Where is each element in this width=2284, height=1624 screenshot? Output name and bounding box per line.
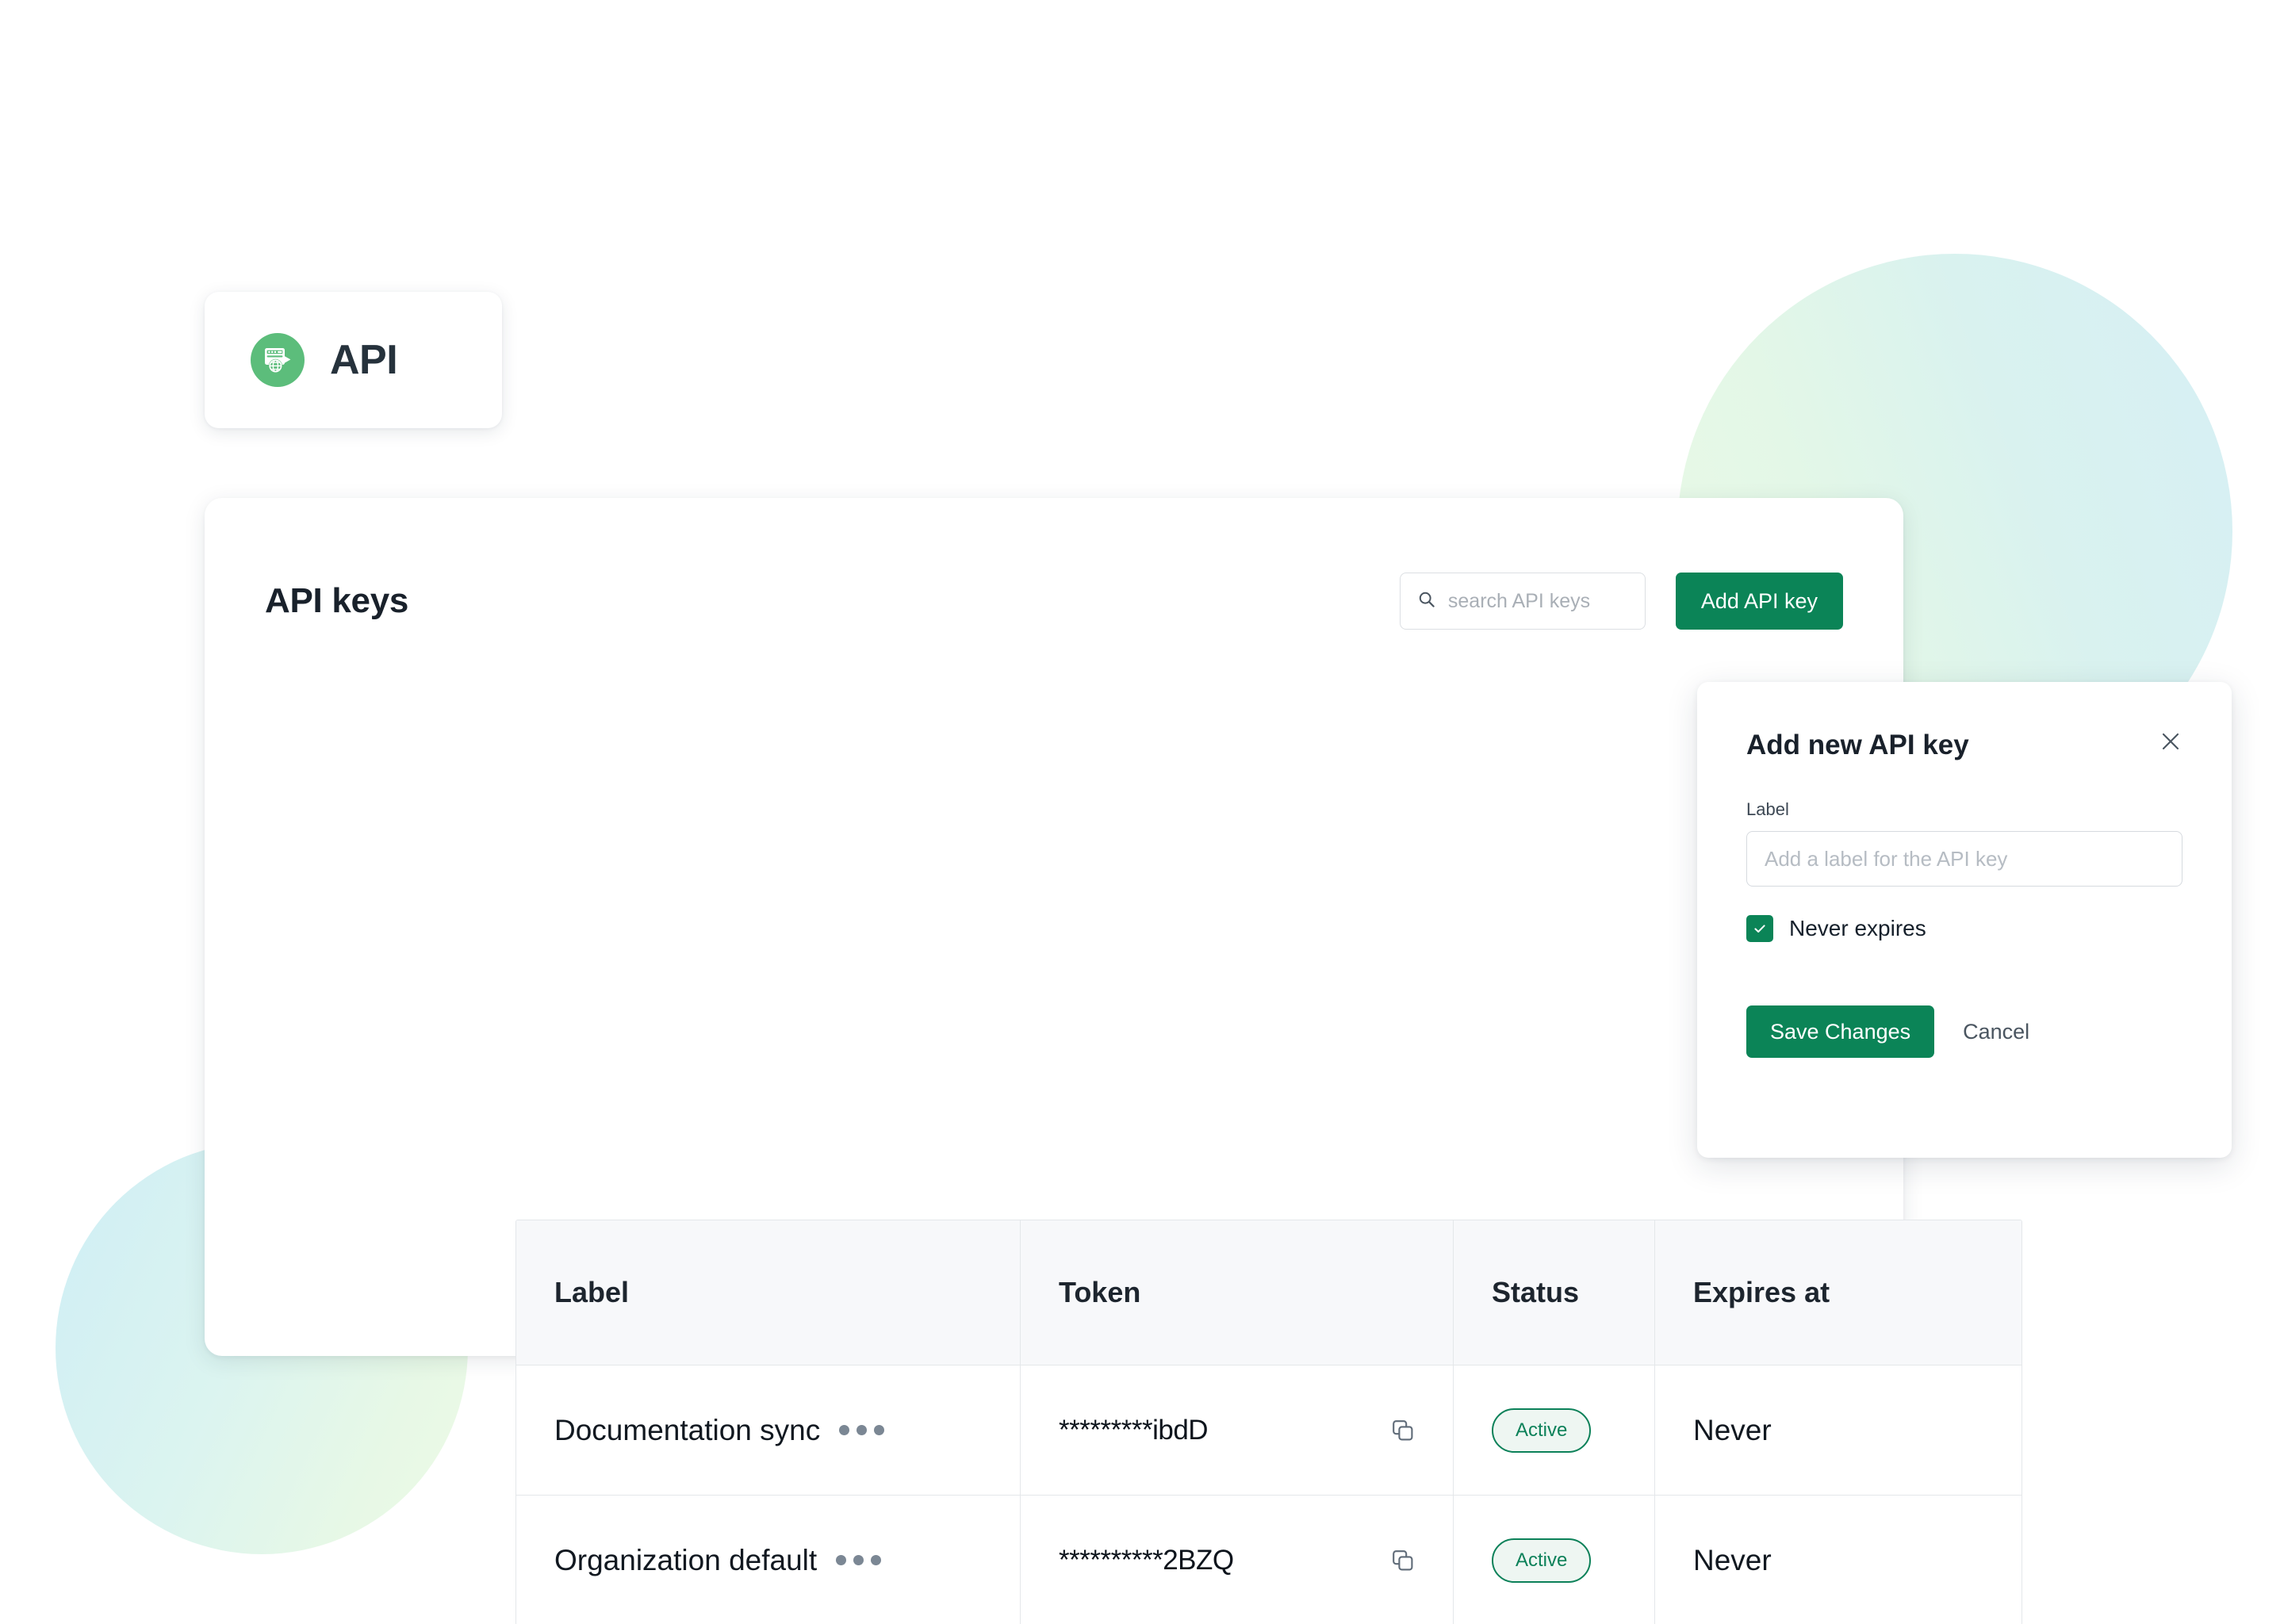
api-badge-title: API [330,337,398,383]
cell-label: Documentation sync [516,1365,1021,1495]
api-key-token: *********ibdD [1059,1414,1209,1446]
column-header-status: Status [1454,1220,1655,1365]
status-badge: Active [1492,1538,1592,1583]
api-globe-icon [251,333,305,387]
cell-token: **********2BZQ [1021,1496,1454,1624]
cell-expires-at: Never [1655,1365,2021,1495]
cancel-button[interactable]: Cancel [1963,1020,2029,1044]
status-badge: Active [1492,1408,1592,1453]
search-placeholder: search API keys [1447,589,1591,612]
table-body: Documentation sync *********ibdD Active … [516,1365,2021,1624]
label-field-label: Label [1746,799,1789,819]
add-api-key-modal: Add new API key Label Add a label for th… [1697,682,2232,1158]
cell-status: Active [1454,1365,1655,1495]
panel-header-actions: search API keys Add API key [1399,573,1843,630]
table-row[interactable]: Organization default **********2BZQ Acti… [516,1495,2021,1624]
column-header-token: Token [1021,1220,1454,1365]
copy-icon[interactable] [1391,1549,1415,1572]
cell-token: *********ibdD [1021,1365,1454,1495]
cell-status: Active [1454,1496,1655,1624]
modal-header: Add new API key [1746,730,2182,761]
search-input[interactable]: search API keys [1399,573,1646,630]
column-header-expires-at: Expires at [1693,1276,1830,1308]
label-input-placeholder: Add a label for the API key [1765,846,2008,871]
label-input[interactable]: Add a label for the API key [1746,831,2182,887]
api-key-label: Documentation sync [554,1413,821,1446]
cell-expires-at: Never [1655,1496,2021,1624]
search-icon [1418,591,1435,612]
api-key-label: Organization default [554,1543,818,1576]
expires-at-value: Never [1693,1413,1772,1446]
modal-actions: Save Changes Cancel [1746,1005,2182,1058]
column-header-label: Label [516,1220,1021,1365]
table-header-row: Label Token Status Expires at [516,1220,2021,1365]
table-header: Label Token Status Expires at [516,1220,2021,1365]
page-root: API API keys search API keys Add API key [0,0,2284,1624]
expires-at-value: Never [1693,1543,1772,1576]
ellipsis-icon[interactable] [836,1555,882,1565]
never-expires-label: Never expires [1789,916,1926,940]
never-expires-checkbox[interactable] [1746,915,1773,942]
modal-title: Add new API key [1746,730,1969,760]
close-icon[interactable] [2159,730,2182,753]
add-api-key-button[interactable]: Add API key [1675,573,1843,630]
api-keys-table: Label Token Status Expires at Documentat… [515,1220,2022,1624]
panel-header: API keys search API keys Add API key [205,498,1903,704]
api-key-token: **********2BZQ [1059,1544,1234,1576]
save-changes-button[interactable]: Save Changes [1746,1005,1935,1058]
cell-label: Organization default [516,1496,1021,1624]
copy-icon[interactable] [1391,1419,1415,1442]
api-badge-card: API [205,292,502,428]
table-row[interactable]: Documentation sync *********ibdD Active … [516,1365,2021,1495]
ellipsis-icon[interactable] [839,1425,885,1435]
page-title: API keys [265,581,409,620]
never-expires-row[interactable]: Never expires [1746,915,2182,942]
api-keys-panel: API keys search API keys Add API key Lab… [205,498,2022,1624]
check-icon [1754,925,1765,933]
